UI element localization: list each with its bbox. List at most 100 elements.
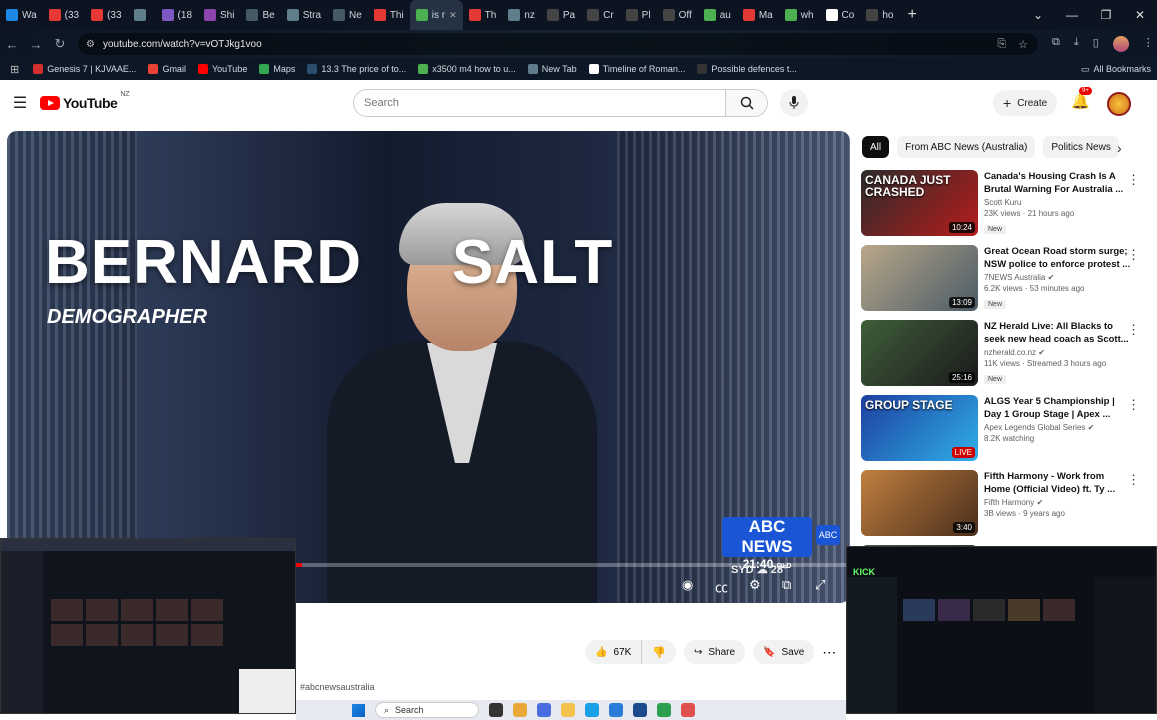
browser-tab[interactable]: Pa — [541, 0, 581, 30]
video-title[interactable]: NZ Herald Live: All Blacks to seek new h… — [984, 320, 1132, 346]
app-icon-2[interactable] — [633, 703, 647, 717]
captions-icon[interactable]: ㏄ — [715, 577, 728, 596]
browser-tab[interactable]: (33 — [85, 0, 127, 30]
browser-tab[interactable]: Be — [240, 0, 280, 30]
close-tab-icon[interactable]: ✕ — [449, 10, 457, 21]
windows-start-icon[interactable] — [352, 703, 365, 717]
browser-tab[interactable]: Thi — [368, 0, 410, 30]
video-thumbnail[interactable]: 25:16 — [861, 320, 978, 386]
bookmark-item[interactable]: 13.3 The price of to... — [301, 64, 412, 74]
profile-avatar[interactable] — [1112, 36, 1129, 52]
user-avatar[interactable] — [1107, 92, 1131, 116]
install-app-icon[interactable]: ⎘ — [997, 38, 1006, 51]
task-view-icon[interactable] — [489, 703, 503, 717]
maximize-button[interactable]: ❐ — [1089, 0, 1123, 30]
bookmark-item[interactable]: Genesis 7 | KJVAAE... — [27, 64, 142, 74]
apps-grid-icon[interactable]: ⊞ — [4, 63, 25, 76]
search-input[interactable]: Search — [354, 90, 725, 116]
recommended-video[interactable]: 25:16 NZ Herald Live: All Blacks to seek … — [861, 320, 1146, 395]
bookmark-item[interactable]: Gmail — [142, 64, 192, 74]
browser-tab[interactable]: Ne — [327, 0, 368, 30]
close-window-button[interactable]: ✕ — [1123, 0, 1157, 30]
video-title[interactable]: Fifth Harmony - Work from Home (Official… — [984, 470, 1132, 496]
app-icon[interactable] — [537, 703, 551, 717]
omnibox[interactable]: ⚙ youtube.com/watch?v=vOTJkg1voo ⎘ ☆ — [78, 33, 1038, 55]
save-button[interactable]: 🔖 Save — [753, 640, 815, 664]
all-bookmarks[interactable]: ▭ All Bookmarks — [1081, 64, 1151, 75]
video-thumbnail[interactable]: CANADA JUST CRASHED 10:24 — [861, 170, 978, 236]
bookmark-item[interactable]: Timeline of Roman... — [583, 64, 692, 74]
bookmark-item[interactable]: YouTube — [192, 64, 253, 74]
video-player[interactable]: BERNARD SALT DEMOGRAPHER ABC NEWS 21:40 Q… — [7, 131, 850, 603]
browser-tab[interactable]: Off — [657, 0, 698, 30]
fullscreen-icon[interactable]: ⤢ — [815, 577, 825, 593]
search-button[interactable] — [725, 90, 767, 116]
more-options-icon[interactable]: ⋮ — [1127, 397, 1140, 413]
more-options-icon[interactable]: ⋮ — [1127, 172, 1140, 188]
browser-tab[interactable]: Stra — [281, 0, 327, 30]
bookmark-item[interactable]: x3500 m4 how to u... — [412, 64, 522, 74]
tab-search-icon[interactable]: ⌄ — [1021, 0, 1055, 30]
video-title[interactable]: Great Ocean Road storm surge; NSW police… — [984, 245, 1132, 271]
chevron-right-icon[interactable]: › — [1117, 140, 1122, 156]
more-options-icon[interactable]: ⋮ — [1127, 472, 1140, 488]
reload-button[interactable]: ↻ — [48, 36, 72, 52]
video-title[interactable]: Canada's Housing Crash Is A Brutal Warni… — [984, 170, 1132, 196]
filter-chip[interactable]: All — [862, 136, 890, 158]
minimize-button[interactable]: — — [1055, 0, 1089, 30]
menu-hamburger-icon[interactable]: ☰ — [0, 93, 40, 113]
notifications-button[interactable]: 🔔 9+ — [1071, 87, 1092, 110]
file-explorer-icon[interactable] — [561, 703, 575, 717]
app-icon-4[interactable] — [681, 703, 695, 717]
edge-icon[interactable] — [585, 703, 599, 717]
video-thumbnail[interactable]: GROUP STAGE LIVE — [861, 395, 978, 461]
browser-tab[interactable]: wh — [779, 0, 820, 30]
search-box[interactable]: Search — [353, 89, 768, 117]
browser-tab[interactable]: Shi — [198, 0, 240, 30]
more-options-icon[interactable]: ⋮ — [1127, 247, 1140, 263]
browser-tab[interactable]: (18 — [156, 0, 198, 30]
channel-name[interactable]: Apex Legends Global Series — [984, 423, 1085, 432]
autoplay-toggle[interactable]: ◉ — [682, 577, 693, 593]
bookmark-item[interactable]: New Tab — [522, 64, 583, 74]
channel-name[interactable]: Fifth Harmony — [984, 498, 1034, 507]
recommended-video[interactable]: GROUP STAGE LIVE ALGS Year 5 Championship … — [861, 395, 1146, 470]
recommended-video[interactable]: CANADA JUST CRASHED 10:24 Canada's Housing… — [861, 170, 1146, 245]
browser-tab[interactable]: (33 — [43, 0, 85, 30]
bookmark-item[interactable]: Maps — [253, 64, 301, 74]
voice-search-button[interactable] — [780, 89, 808, 117]
back-button[interactable]: ← — [0, 37, 24, 52]
description-hashtag[interactable]: #abcnewsaustralia — [300, 682, 375, 692]
channel-name[interactable]: 7NEWS Australia — [984, 273, 1045, 282]
miniplayer-icon[interactable]: ⧉ — [782, 577, 791, 593]
video-title[interactable]: ALGS Year 5 Championship | Day 1 Group S… — [984, 395, 1132, 421]
channel-name[interactable]: Scott Kuru — [984, 198, 1021, 207]
like-button[interactable]: 👍 67K — [585, 640, 643, 664]
chrome-icon[interactable] — [513, 703, 527, 717]
browser-tab[interactable]: is r ✕ — [409, 0, 463, 30]
recommended-video[interactable]: 13:09 Great Ocean Road storm surge; NSW p… — [861, 245, 1146, 320]
video-thumbnail[interactable]: 13:09 — [861, 245, 978, 311]
settings-gear-icon[interactable]: ⚙ — [749, 577, 761, 593]
bookmark-item[interactable]: Possible defences t... — [691, 64, 803, 74]
video-thumbnail[interactable]: 3:40 — [861, 470, 978, 536]
browser-tab[interactable]: au — [698, 0, 737, 30]
browser-tab[interactable]: Th — [463, 0, 503, 30]
app-icon-3[interactable] — [657, 703, 671, 717]
dislike-button[interactable]: 👎 — [642, 640, 676, 664]
browser-tab[interactable]: Ma — [737, 0, 779, 30]
sidebar-icon[interactable]: ▯ — [1093, 36, 1099, 52]
browser-tab[interactable]: nz — [502, 0, 541, 30]
share-button[interactable]: ↪ Share — [683, 640, 746, 664]
site-info-icon[interactable]: ⚙ — [86, 39, 95, 50]
browser-tab[interactable]: Co — [820, 0, 861, 30]
channel-name[interactable]: nzherald.co.nz — [984, 348, 1036, 357]
more-options-icon[interactable]: ⋮ — [1127, 322, 1140, 338]
browser-menu-icon[interactable]: ⋮ — [1143, 36, 1154, 52]
create-button[interactable]: + Create — [993, 90, 1058, 116]
browser-tab[interactable]: Pl — [620, 0, 657, 30]
forward-button[interactable]: → — [24, 37, 48, 52]
filter-chip[interactable]: From ABC News (Australia) — [897, 136, 1036, 158]
filter-chip[interactable]: Politics News — [1043, 136, 1119, 158]
recommended-video[interactable]: 3:40 Fifth Harmony - Work from Home (Offi… — [861, 470, 1146, 545]
